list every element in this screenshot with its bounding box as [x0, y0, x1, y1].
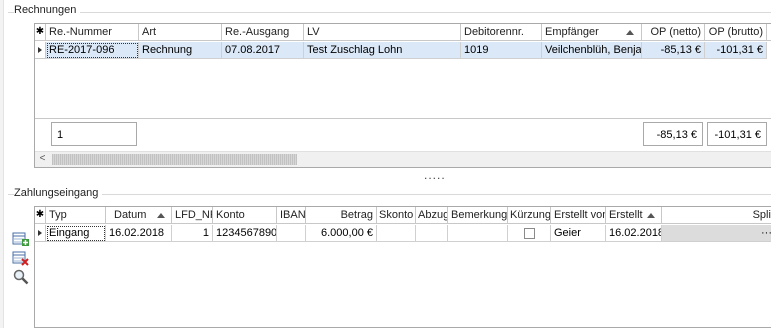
- rechnungen-section-label: Rechnungen: [14, 4, 81, 16]
- cell-konto[interactable]: 1234567890: [213, 225, 277, 242]
- col-header-lfd-nr[interactable]: LFD_NR: [172, 207, 213, 224]
- col-header-erstellt-label: Erstellt: [609, 209, 643, 221]
- footer-separator: [35, 118, 771, 119]
- col-header-re-ausgang[interactable]: Re.-Ausgang: [222, 24, 304, 41]
- zahlungseingang-section-label: Zahlungseingang: [14, 187, 103, 199]
- cell-erstellt-von[interactable]: Geier: [551, 225, 606, 242]
- scroll-left-arrow-icon[interactable]: <: [35, 152, 50, 167]
- col-header-debitorennr[interactable]: Debitorennr.: [461, 24, 542, 41]
- col-header-re-nummer[interactable]: Re.-Nummer: [46, 24, 139, 41]
- zahlungseingang-header-row: ✱ Typ Datum LFD_NR Konto IBAN Betrag Sko…: [35, 207, 771, 225]
- cell-typ[interactable]: Eingang: [46, 225, 106, 242]
- col-header-betrag[interactable]: Betrag: [306, 207, 377, 224]
- delete-row-icon[interactable]: [12, 249, 30, 267]
- new-row-star: ✱: [35, 207, 46, 224]
- search-icon[interactable]: [12, 268, 30, 286]
- col-header-lv[interactable]: LV: [304, 24, 461, 41]
- cell-op-brutto[interactable]: -101,31 €: [705, 42, 767, 59]
- zahlungseingang-grid[interactable]: ✱ Typ Datum LFD_NR Konto IBAN Betrag Sko…: [34, 206, 771, 328]
- cell-split-button[interactable]: ···: [662, 225, 771, 242]
- current-row-arrow-icon: [38, 230, 42, 236]
- current-row-arrow-icon: [38, 47, 42, 53]
- cell-skonto[interactable]: [377, 225, 416, 242]
- col-header-iban[interactable]: IBAN: [277, 207, 306, 224]
- rechnungen-group-line: [8, 12, 771, 13]
- col-header-abzug[interactable]: Abzug: [416, 207, 448, 224]
- footer-sum-op-brutto: -101,31 €: [707, 122, 767, 146]
- col-header-konto[interactable]: Konto: [213, 207, 277, 224]
- table-row[interactable]: Eingang 16.02.2018 1 1234567890 6.000,00…: [35, 225, 771, 243]
- col-header-overflow: [767, 24, 771, 41]
- col-header-skonto[interactable]: Skonto: [377, 207, 416, 224]
- cell-op-netto[interactable]: -85,13 €: [642, 42, 705, 59]
- zahlungseingang-group-line: [8, 194, 771, 195]
- cell-bemerkung[interactable]: [448, 225, 508, 242]
- col-header-empfaenger[interactable]: Empfänger: [542, 24, 642, 41]
- add-row-icon[interactable]: [12, 230, 30, 248]
- cell-re-nummer[interactable]: RE-2017-096: [46, 42, 139, 59]
- col-header-datum[interactable]: Datum: [106, 207, 172, 224]
- sort-ascending-icon: [626, 30, 634, 35]
- col-header-empfaenger-label: Empfänger: [545, 26, 599, 38]
- new-row-star: ✱: [35, 24, 46, 41]
- cell-art[interactable]: Rechnung: [139, 42, 222, 59]
- scrollbar-thumb[interactable]: [52, 154, 297, 165]
- footer-sum-op-netto: -85,13 €: [643, 122, 703, 146]
- col-header-op-brutto[interactable]: OP (brutto): [705, 24, 767, 41]
- col-header-erstellt[interactable]: Erstellt: [606, 207, 662, 224]
- col-header-datum-label: Datum: [114, 209, 147, 221]
- sort-ascending-icon: [157, 213, 165, 218]
- cell-datum[interactable]: 16.02.2018: [106, 225, 172, 242]
- window-left-edge: [0, 0, 4, 328]
- col-header-split[interactable]: Split: [662, 207, 771, 224]
- cell-kuerzung[interactable]: [508, 225, 551, 242]
- cell-lv[interactable]: Test Zuschlag Lohn: [304, 42, 461, 59]
- horizontal-scrollbar[interactable]: <: [35, 151, 771, 167]
- row-indicator: [35, 42, 46, 59]
- cell-re-ausgang[interactable]: 07.08.2017: [222, 42, 304, 59]
- sort-ascending-icon: [647, 213, 655, 218]
- col-header-kuerzung[interactable]: Kürzung: [508, 207, 551, 224]
- rechnungen-header-row: ✱ Re.-Nummer Art Re.-Ausgang LV Debitore…: [35, 24, 771, 42]
- cell-debitorennr[interactable]: 1019: [461, 42, 542, 59]
- cell-abzug[interactable]: [416, 225, 448, 242]
- kuerzung-checkbox[interactable]: [524, 228, 535, 239]
- cell-empfaenger[interactable]: Veilchenblüh, Benjamin: [542, 42, 642, 59]
- col-header-erstellt-von[interactable]: Erstellt von: [551, 207, 606, 224]
- rechnungen-grid[interactable]: ✱ Re.-Nummer Art Re.-Ausgang LV Debitore…: [34, 23, 771, 168]
- splitter-handle[interactable]: .....: [424, 168, 446, 182]
- cell-erstellt[interactable]: 16.02.2018: [606, 225, 662, 242]
- col-header-typ[interactable]: Typ: [46, 207, 106, 224]
- col-header-bemerkung[interactable]: Bemerkung: [448, 207, 508, 224]
- col-header-art[interactable]: Art: [139, 24, 222, 41]
- cell-iban[interactable]: [277, 225, 306, 242]
- table-row[interactable]: RE-2017-096 Rechnung 07.08.2017 Test Zus…: [35, 42, 771, 60]
- footer-count-box: 1: [51, 122, 137, 146]
- cell-lfd-nr[interactable]: 1: [172, 225, 213, 242]
- cell-betrag[interactable]: 6.000,00 €: [306, 225, 377, 242]
- row-indicator: [35, 225, 46, 242]
- col-header-op-netto[interactable]: OP (netto): [642, 24, 705, 41]
